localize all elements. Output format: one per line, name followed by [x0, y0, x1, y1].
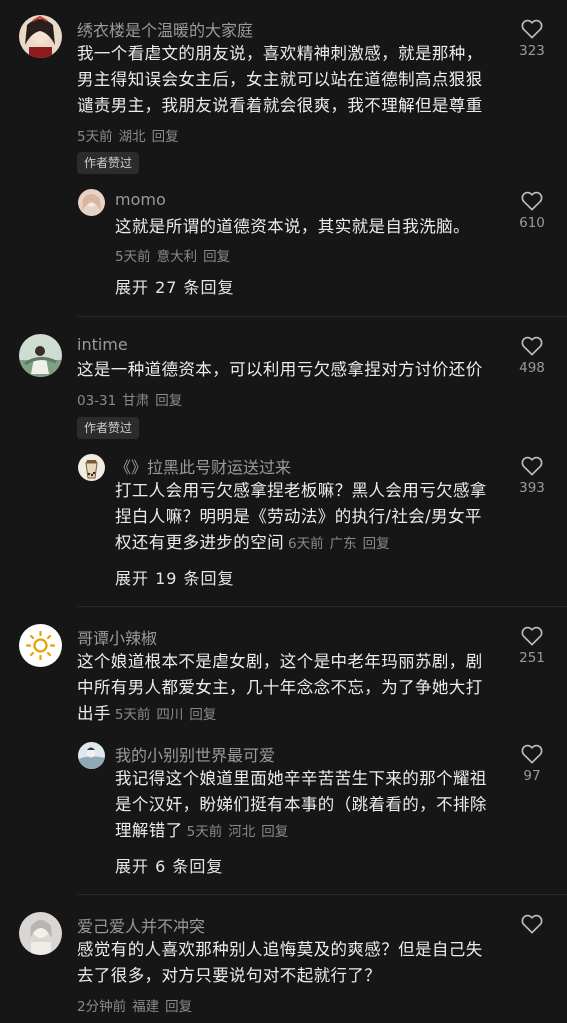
comment-meta: 2分钟前 福建 回复 — [77, 995, 198, 1015]
comment-text: 感觉有的人喜欢那种别人追悔莫及的爽感？但是自己失 去了很多，对方只要说句对不起就… — [77, 940, 483, 985]
like-button[interactable] — [514, 914, 550, 938]
heart-outline-icon — [521, 914, 543, 934]
comment-location: 福建 — [132, 999, 160, 1015]
comment-item: 爱己爱人并不冲突 感觉有的人喜欢那种别人追悔莫及的爽感？但是自己失 去了很多，对… — [0, 0, 567, 1023]
comment-author[interactable]: 爱己爱人并不冲突 — [77, 913, 205, 937]
avatar[interactable] — [19, 912, 62, 955]
reply-button[interactable]: 回复 — [165, 999, 192, 1015]
comment-time: 2分钟前 — [77, 999, 127, 1015]
